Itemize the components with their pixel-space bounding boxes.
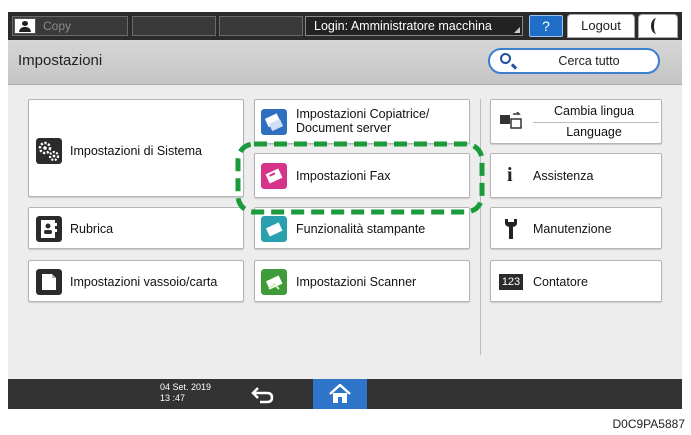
tile-assistance[interactable]: i Assistenza xyxy=(490,153,662,198)
tile-assistance-label: Assistenza xyxy=(533,169,594,183)
bottom-bar: 04 Set. 2019 13 :47 xyxy=(8,379,682,409)
copier-icon xyxy=(261,109,287,135)
user-icon xyxy=(14,18,36,34)
paper-tray-icon xyxy=(36,269,62,295)
tile-maintenance[interactable]: Manutenzione xyxy=(490,207,662,249)
expand-corner-icon xyxy=(514,27,520,33)
tile-language-label: Language xyxy=(566,125,622,139)
column-divider xyxy=(480,99,481,355)
tile-copier-settings[interactable]: Impostazioni Copiatrice/ Document server xyxy=(254,99,470,144)
search-icon xyxy=(500,53,511,64)
fax-highlight-outline xyxy=(235,141,485,215)
tile-counter[interactable]: 123 Contatore xyxy=(490,260,662,302)
user-status-area[interactable]: Copy xyxy=(12,16,128,36)
tile-copier-settings-label: Impostazioni Copiatrice/ Document server xyxy=(296,107,430,135)
page-title: Impostazioni xyxy=(18,52,103,69)
back-arrow-icon xyxy=(251,387,274,404)
language-switch-icon xyxy=(500,112,522,129)
tile-address-book[interactable]: Rubrica xyxy=(28,207,244,249)
tile-system-settings-label: Impostazioni di Sistema xyxy=(70,144,203,158)
tile-address-book-label: Rubrica xyxy=(70,222,114,236)
date-label: 04 Set. 2019 xyxy=(160,382,212,392)
tile-change-language-label: Cambia lingua xyxy=(554,104,634,118)
login-status[interactable]: Login: Amministratore macchina xyxy=(305,16,523,36)
tile-printer-features-label: Funzionalità stampante xyxy=(296,222,426,236)
gears-icon xyxy=(36,138,62,164)
user-status-text: Copy xyxy=(43,19,72,33)
counter-icon: 123 xyxy=(499,274,523,290)
back-button[interactable] xyxy=(248,385,278,405)
tile-maintenance-label: Manutenzione xyxy=(533,222,612,236)
tile-counter-label: Contatore xyxy=(533,275,588,289)
date-time: 04 Set. 2019 13 :47 xyxy=(160,382,211,404)
status-slot-1 xyxy=(132,16,216,36)
search-all-label: Cerca tutto xyxy=(558,54,620,68)
tile-scanner-settings[interactable]: Impostazioni Scanner xyxy=(254,260,470,302)
login-label: Login: Amministratore macchina xyxy=(314,19,492,33)
figure-code: D0C9PA5887 xyxy=(612,417,686,431)
tile-scanner-settings-label: Impostazioni Scanner xyxy=(296,275,417,289)
wrench-icon xyxy=(505,219,517,239)
search-all-button[interactable]: Cerca tutto xyxy=(488,48,660,74)
status-slot-2 xyxy=(219,16,303,36)
language-separator xyxy=(533,122,659,123)
info-icon: i xyxy=(507,164,513,186)
title-bar: Impostazioni Cerca tutto xyxy=(8,40,682,85)
tile-tray-paper-settings[interactable]: Impostazioni vassoio/carta xyxy=(28,260,244,302)
tile-system-settings[interactable]: Impostazioni di Sistema xyxy=(28,99,244,197)
help-button[interactable]: ? xyxy=(529,15,563,37)
home-icon xyxy=(329,384,351,403)
home-button[interactable] xyxy=(313,379,367,409)
scanner-icon xyxy=(261,269,287,295)
printer-icon xyxy=(261,216,287,242)
energy-saver-button[interactable] xyxy=(638,14,678,38)
address-book-icon xyxy=(36,216,62,242)
logout-button[interactable]: Logout xyxy=(567,14,635,38)
settings-grid: Impostazioni di Sistema Impostazioni Cop… xyxy=(8,85,682,379)
tile-tray-paper-settings-label: Impostazioni vassoio/carta xyxy=(70,275,218,289)
tile-change-language[interactable]: Cambia lingua Language xyxy=(490,99,662,144)
top-bar: Copy Login: Amministratore macchina ? Lo… xyxy=(8,12,682,40)
time-label: 13 :47 xyxy=(160,393,186,403)
